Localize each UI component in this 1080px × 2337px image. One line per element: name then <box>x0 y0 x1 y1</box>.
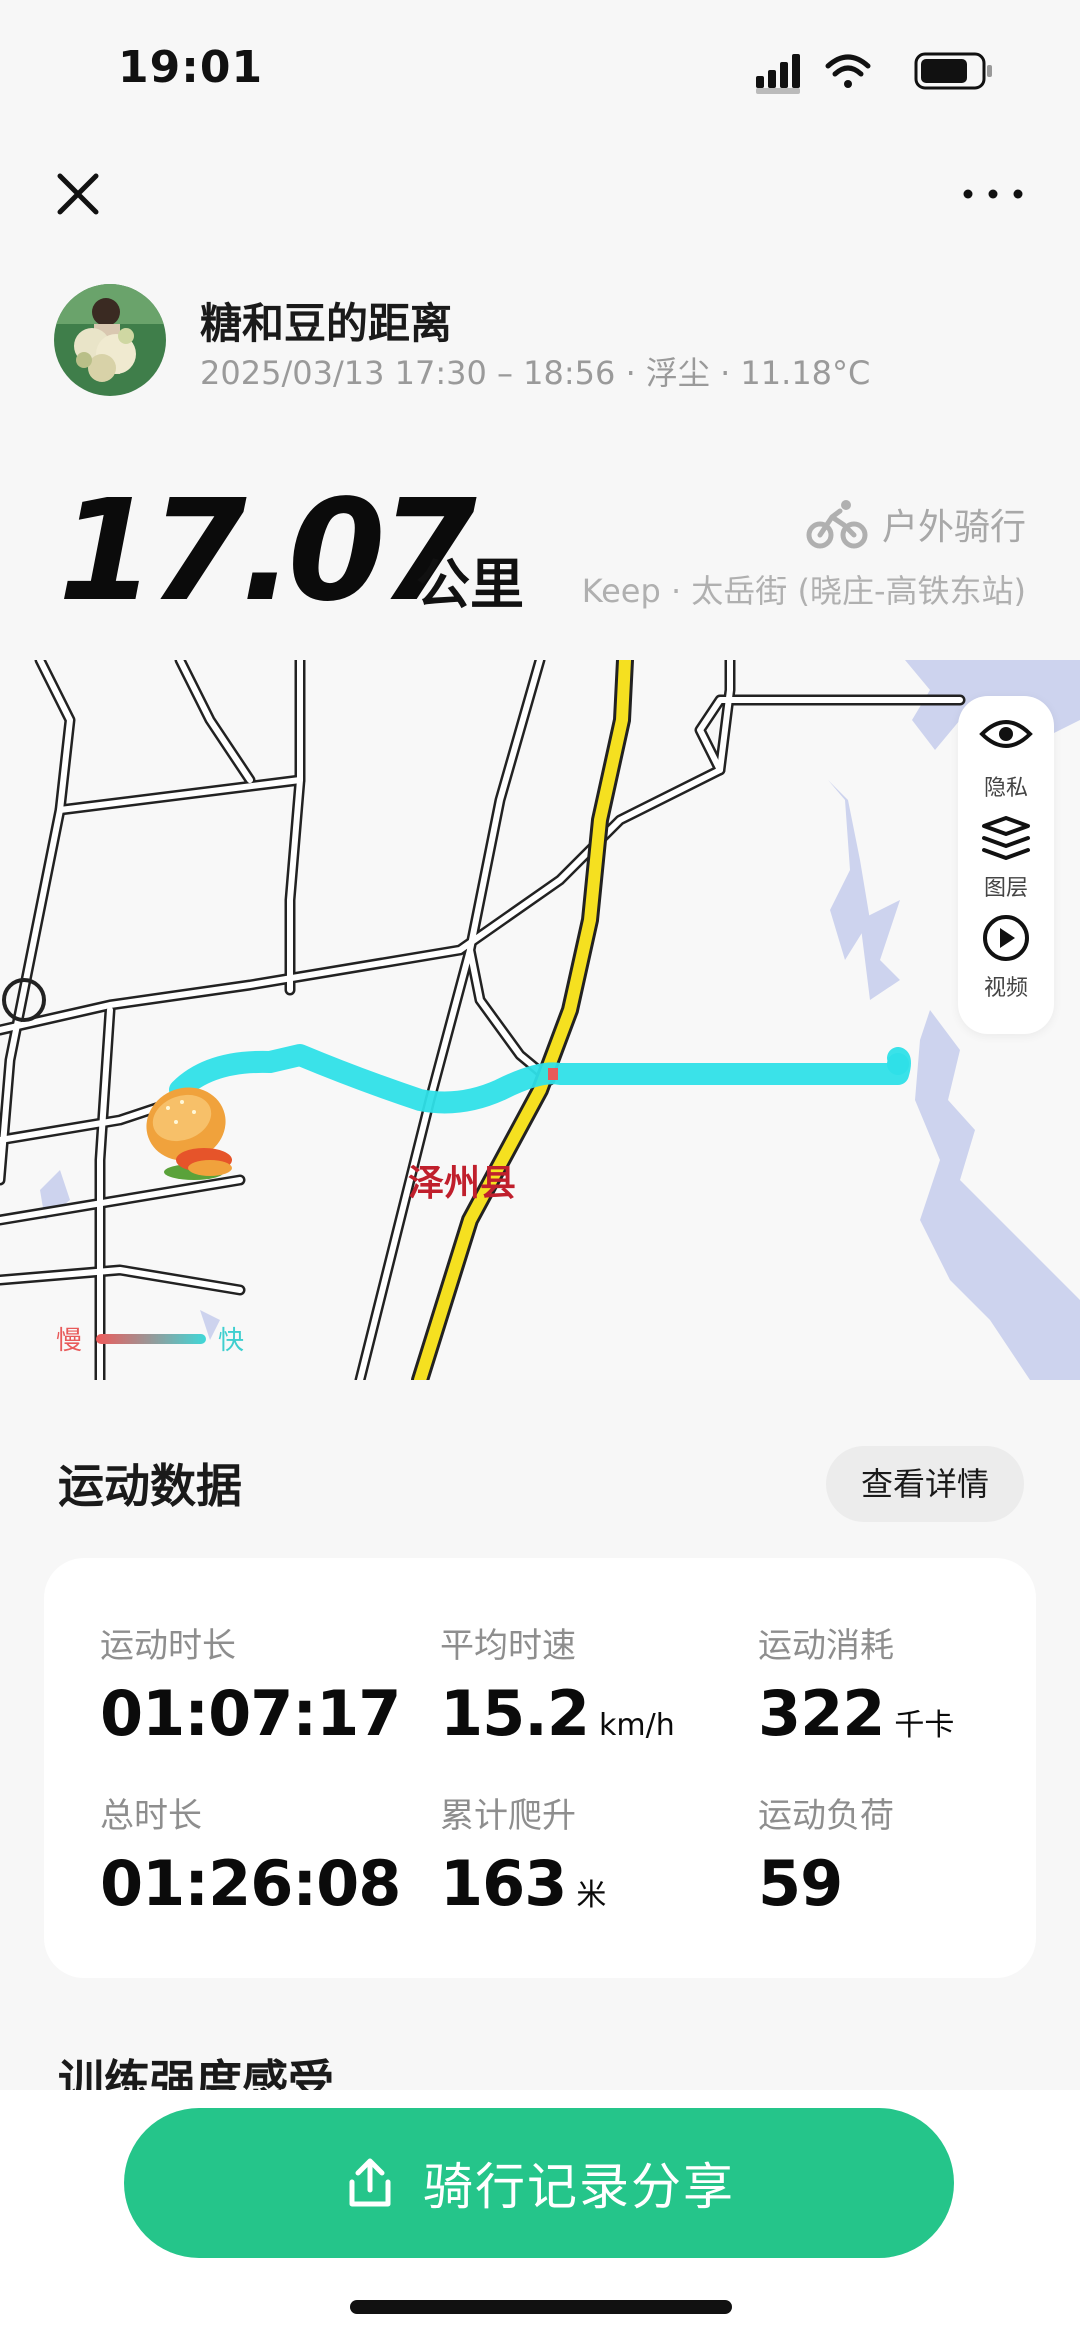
stat-value: 01:26:08 <box>100 1847 401 1920</box>
battery-icon <box>914 52 992 90</box>
stat-unit: 千卡 <box>894 1708 955 1743</box>
user-name[interactable]: 糖和豆的距离 <box>200 290 452 351</box>
route-name: Keep · 太岳街 (晓庄-高铁东站) <box>581 572 1026 610</box>
stat-value: 163 米 <box>440 1847 607 1920</box>
start-marker-icon <box>138 1078 242 1186</box>
layers-icon <box>982 816 1030 860</box>
stat-label: 累计爬升 <box>440 1796 576 1836</box>
close-icon <box>57 173 99 215</box>
wifi-icon <box>825 54 871 88</box>
play-icon <box>983 915 1029 961</box>
map-tools: 隐私 图层 视频 <box>958 696 1054 1034</box>
distance-summary: 17.07 公里 <box>58 470 524 633</box>
roads-fill <box>0 660 963 1380</box>
status-icons <box>756 48 1016 94</box>
legend-slow: 慢 <box>56 1326 83 1356</box>
route-map[interactable]: 泽州县 隐私 图层 视频 慢 快 <box>0 660 1080 1380</box>
distance-value: 17.07 <box>58 470 477 633</box>
stat-label: 平均时速 <box>440 1626 576 1666</box>
stats-card: 运动时长 01:07:17 平均时速 15.2 km/h 运动消耗 322 千卡 总… <box>44 1558 1036 1978</box>
county-label: 泽州县 <box>408 1163 517 1204</box>
eye-icon <box>979 720 1033 748</box>
top-nav <box>0 150 1080 240</box>
more-dots-icon <box>963 189 1023 199</box>
status-time: 19:01 <box>118 42 264 93</box>
stat-label: 运动时长 <box>100 1626 236 1666</box>
activity-meta: 2025/03/13 17:30 – 18:56 · 浮尘 · 11.18°C <box>200 354 871 392</box>
stat-item: 运动时长 01:07:17 <box>100 1618 420 1778</box>
stat-label: 总时长 <box>100 1796 202 1836</box>
more-button[interactable] <box>958 164 1028 224</box>
avatar[interactable] <box>54 284 166 396</box>
stat-value: 15.2 km/h <box>440 1677 675 1750</box>
user-info: 糖和豆的距离 2025/03/13 17:30 – 18:56 · 浮尘 · 1… <box>54 284 1034 404</box>
close-button[interactable] <box>48 164 108 224</box>
privacy-button[interactable]: 隐私 <box>958 714 1054 814</box>
sport-type: 户外骑行 <box>806 494 1026 554</box>
stat-value: 59 <box>758 1847 843 1920</box>
video-label: 视频 <box>983 976 1028 1001</box>
distance-unit: 公里 <box>416 553 524 616</box>
legend-fast: 快 <box>218 1326 245 1356</box>
map-base <box>0 660 1080 1380</box>
stat-item: 运动消耗 322 千卡 <box>758 1618 1078 1778</box>
route-segment-slow <box>548 1068 558 1080</box>
stat-label: 运动消耗 <box>758 1626 894 1666</box>
layers-button[interactable]: 图层 <box>958 814 1054 914</box>
stats-title: 运动数据 <box>58 1459 242 1513</box>
bottom-bar: 骑行记录分享 <box>0 2090 1080 2337</box>
legend-gradient-bar <box>96 1334 206 1344</box>
stat-value: 01:07:17 <box>100 1677 401 1750</box>
stat-item: 运动负荷 59 <box>758 1788 1078 1948</box>
privacy-label: 隐私 <box>983 776 1028 801</box>
stat-unit: km/h <box>598 1708 675 1743</box>
stat-label: 运动负荷 <box>758 1796 894 1836</box>
stat-item: 累计爬升 163 米 <box>440 1788 760 1948</box>
status-bar: 19:01 <box>0 0 1080 140</box>
view-details-button[interactable]: 查看详情 <box>826 1446 1024 1522</box>
share-button[interactable]: 骑行记录分享 <box>124 2108 954 2258</box>
stat-item: 平均时速 15.2 km/h <box>440 1618 760 1778</box>
video-button[interactable]: 视频 <box>958 914 1054 1014</box>
signal-icon <box>756 54 800 94</box>
route-end <box>887 1053 909 1075</box>
home-indicator[interactable] <box>350 2300 732 2314</box>
stat-value: 322 千卡 <box>758 1677 955 1750</box>
layers-label: 图层 <box>983 876 1028 901</box>
stat-item: 总时长 01:26:08 <box>100 1788 420 1948</box>
sport-type-label: 户外骑行 <box>881 507 1026 548</box>
stat-unit: 米 <box>576 1878 607 1913</box>
cycling-icon <box>806 500 868 549</box>
share-icon <box>349 2158 391 2207</box>
share-label: 骑行记录分享 <box>423 2158 735 2216</box>
